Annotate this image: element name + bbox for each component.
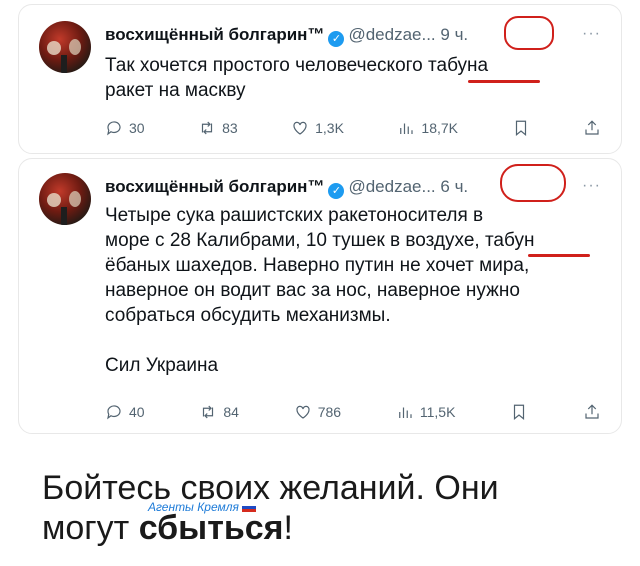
time-highlight-circle-2 [500, 164, 566, 202]
tweet-line: собраться обсудить механизмы. [105, 305, 391, 326]
reply-count: 30 [129, 120, 145, 136]
like-button[interactable]: 1,3K [291, 119, 344, 137]
views-count: 18,7K [421, 120, 459, 136]
heart-icon [293, 121, 307, 135]
tweet-line: Четыре сука рашистских ракетоносителя в [105, 205, 484, 226]
caption-bold-word: сбыться [138, 509, 284, 547]
tweet-header: восхищённый болгарин™ ✓ @dedzae... 9 ч. [105, 25, 468, 47]
tweet-time[interactable]: 9 ч. [440, 25, 468, 44]
caption-line-2: могут сбыться! [42, 508, 499, 548]
tweet-text: Четыре сука рашистских ракетоносителя в … [105, 203, 534, 378]
bookmark-button[interactable] [510, 403, 528, 421]
bookmark-icon [514, 404, 525, 421]
repost-button[interactable]: 83 [198, 119, 238, 137]
tweet-line: Так хочется простого человеческого табун… [105, 55, 489, 76]
tweet-actions: 30 83 1,3K 18,7K [105, 119, 601, 137]
reply-icon [107, 121, 121, 136]
tweet-header: восхищённый болгарин™ ✓ @dedzae... 6 ч. [105, 177, 468, 199]
meme-caption: Бойтесь своих желаний. Они могут сбыться… [42, 468, 499, 548]
tweet-line: наверное он водит вас за нос, наверное н… [105, 280, 520, 301]
author-handle[interactable]: @dedzae... [348, 25, 435, 44]
more-icon[interactable]: ··· [582, 25, 601, 43]
caption-text: могут [42, 509, 139, 547]
views-count: 11,5K [419, 404, 456, 420]
tweet-text: Так хочется простого человеческого табун… [105, 53, 488, 103]
tweet-line: Сил Украина [105, 355, 219, 376]
repost-count: 84 [223, 404, 239, 420]
avatar[interactable] [39, 21, 91, 73]
avatar[interactable] [39, 173, 91, 225]
repost-icon [201, 121, 213, 135]
word-underline-2 [528, 254, 590, 257]
author-handle[interactable]: @dedzae... [348, 177, 435, 196]
repost-icon [203, 405, 214, 419]
watermark: Агенты Кремля [148, 500, 256, 514]
like-button[interactable]: 786 [294, 403, 341, 421]
share-button[interactable] [583, 403, 601, 421]
reply-button[interactable]: 40 [105, 403, 145, 421]
time-highlight-circle-1 [504, 16, 554, 50]
tweet-line: ёбаных шахедов. Наверно путин не хочет м… [105, 255, 530, 276]
reply-icon [107, 405, 121, 420]
reply-button[interactable]: 30 [105, 119, 145, 137]
tweet-line: ракет на маскву [105, 80, 246, 101]
share-icon [585, 120, 599, 135]
verified-badge-icon: ✓ [328, 183, 345, 199]
verified-badge-icon: ✓ [328, 31, 345, 47]
watermark-text: Агенты Кремля [148, 500, 239, 514]
views-icon [400, 123, 414, 134]
flag-icon [241, 503, 256, 512]
like-count: 786 [317, 404, 342, 420]
author-name[interactable]: восхищённый болгарин™ [105, 177, 324, 196]
like-count: 1,3K [315, 120, 344, 136]
bookmark-button[interactable] [512, 119, 530, 137]
views-button[interactable]: 18,7K [397, 119, 458, 137]
word-underline-1 [468, 80, 540, 83]
tweet-time[interactable]: 6 ч. [440, 177, 468, 196]
bookmark-icon [515, 120, 526, 137]
tweet-line: море с 28 Калибрами, 10 тушек в воздухе,… [105, 230, 535, 251]
views-icon [399, 407, 412, 418]
author-name[interactable]: восхищённый болгарин™ [105, 25, 324, 44]
share-icon [585, 404, 599, 419]
views-button[interactable]: 11,5K [396, 403, 456, 421]
repost-button[interactable]: 84 [199, 403, 239, 421]
caption-line-1: Бойтесь своих желаний. Они [42, 469, 499, 507]
tweet-actions: 40 84 786 11,5K [105, 403, 601, 421]
share-button[interactable] [583, 119, 601, 137]
heart-icon [296, 405, 310, 419]
caption-punct: ! [283, 509, 293, 547]
reply-count: 40 [129, 404, 145, 420]
more-icon[interactable]: ··· [582, 177, 601, 195]
repost-count: 83 [222, 120, 238, 136]
